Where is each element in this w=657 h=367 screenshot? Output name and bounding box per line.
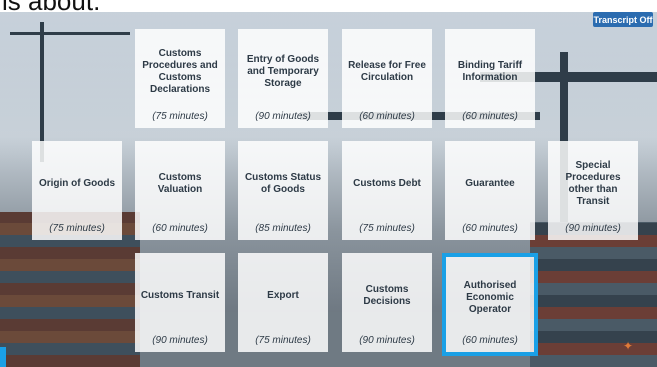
port-background: Customs Procedures and Customs Declarati… — [0, 12, 657, 367]
tile-customs-status[interactable]: Customs Status of Goods (85 minutes) — [238, 141, 328, 240]
tile-title: Customs Procedures and Customs Declarati… — [142, 47, 218, 95]
tile-title: Special Procedures other than Transit — [565, 159, 621, 207]
tile-customs-procedures[interactable]: Customs Procedures and Customs Declarati… — [135, 29, 225, 128]
tile-duration: (90 minutes) — [565, 223, 621, 234]
caption-strip: is about. — [0, 0, 657, 12]
tile-title: Guarantee — [465, 177, 515, 189]
tile-duration: (75 minutes) — [359, 223, 415, 234]
tile-origin-of-goods[interactable]: Origin of Goods (75 minutes) — [32, 141, 122, 240]
tile-duration: (60 minutes) — [462, 111, 518, 122]
tile-duration: (60 minutes) — [462, 335, 518, 346]
tile-duration: (75 minutes) — [49, 223, 105, 234]
tile-title: Customs Debt — [353, 177, 421, 189]
tile-guarantee[interactable]: Guarantee (60 minutes) — [445, 141, 535, 240]
tile-customs-decisions[interactable]: Customs Decisions (90 minutes) — [342, 253, 432, 352]
tile-duration: (75 minutes) — [152, 111, 208, 122]
caption-text: is about. — [2, 0, 100, 12]
tile-duration: (90 minutes) — [255, 111, 311, 122]
tile-customs-valuation[interactable]: Customs Valuation (60 minutes) — [135, 141, 225, 240]
tile-entry-of-goods[interactable]: Entry of Goods and Temporary Storage (90… — [238, 29, 328, 128]
tile-customs-debt[interactable]: Customs Debt (75 minutes) — [342, 141, 432, 240]
tile-binding-tariff[interactable]: Binding Tariff Information (60 minutes) — [445, 29, 535, 128]
tile-title: Customs Transit — [140, 289, 220, 301]
tile-title: Customs Status of Goods — [244, 171, 322, 195]
tile-title: Customs Decisions — [363, 283, 411, 307]
transcript-toggle-button[interactable]: Transcript Off — [593, 12, 653, 27]
tile-duration: (90 minutes) — [152, 335, 208, 346]
tile-title: Origin of Goods — [38, 177, 116, 189]
tile-duration: (60 minutes) — [152, 223, 208, 234]
tile-export[interactable]: Export (75 minutes) — [238, 253, 328, 352]
tile-special-procedures[interactable]: Special Procedures other than Transit (9… — [548, 141, 638, 240]
tile-title: Export — [267, 289, 299, 301]
tile-customs-transit[interactable]: Customs Transit (90 minutes) — [135, 253, 225, 352]
tile-duration: (85 minutes) — [255, 223, 311, 234]
tile-title: Binding Tariff Information — [457, 59, 523, 83]
compass-icon: ✦ — [622, 339, 633, 353]
tile-duration: (60 minutes) — [359, 111, 415, 122]
tile-title: Authorised Economic Operator — [463, 279, 517, 315]
tile-duration: (90 minutes) — [359, 335, 415, 346]
tile-duration: (75 minutes) — [255, 335, 311, 346]
containers-right — [530, 222, 657, 367]
tile-authorised-economic-operator[interactable]: Authorised Economic Operator (60 minutes… — [442, 253, 538, 356]
tile-duration: (60 minutes) — [462, 223, 518, 234]
tile-title: Entry of Goods and Temporary Storage — [246, 53, 320, 89]
tile-release-free-circulation[interactable]: Release for Free Circulation (60 minutes… — [342, 29, 432, 128]
tile-title: Release for Free Circulation — [348, 59, 426, 83]
tile-title: Customs Valuation — [157, 171, 203, 195]
corner-accent — [0, 347, 6, 367]
crane-left-arm — [10, 32, 130, 35]
